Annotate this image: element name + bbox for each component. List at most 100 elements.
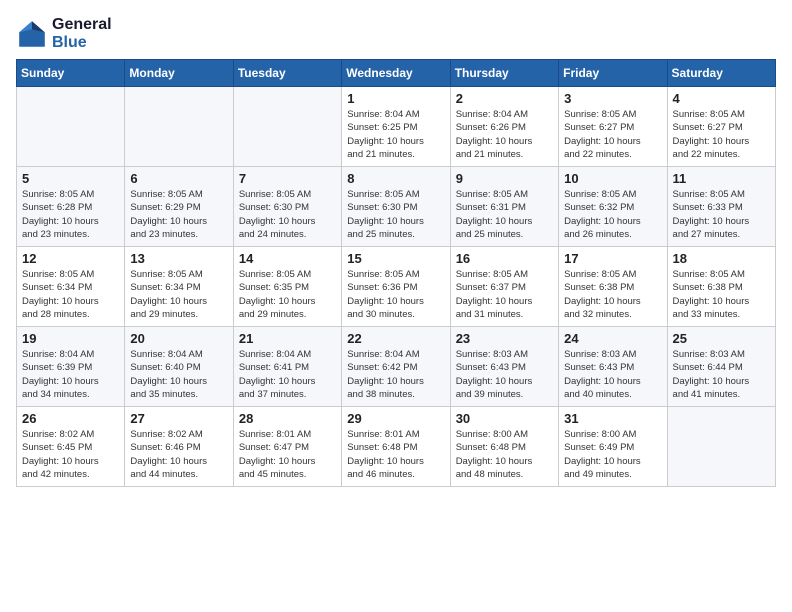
day-number: 16: [456, 251, 553, 266]
day-header-wednesday: Wednesday: [342, 60, 450, 87]
calendar-week-1: 5 Sunrise: 8:05 AM Sunset: 6:28 PM Daylig…: [17, 167, 776, 247]
day-content: Sunrise: 8:04 AM Sunset: 6:39 PM Dayligh…: [22, 348, 119, 401]
calendar-cell: 17 Sunrise: 8:05 AM Sunset: 6:38 PM Dayli…: [559, 247, 667, 327]
day-number: 4: [673, 91, 770, 106]
day-number: 7: [239, 171, 336, 186]
day-number: 28: [239, 411, 336, 426]
day-number: 25: [673, 331, 770, 346]
day-number: 9: [456, 171, 553, 186]
calendar-cell: 10Sunrise: 8:05 AM Sunset: 6:32 PM Dayli…: [559, 167, 667, 247]
calendar-week-4: 26 Sunrise: 8:02 AM Sunset: 6:45 PM Dayli…: [17, 407, 776, 487]
day-content: Sunrise: 8:04 AM Sunset: 6:26 PM Dayligh…: [456, 108, 553, 161]
calendar-cell: 1 Sunrise: 8:04 AM Sunset: 6:25 PM Daylig…: [342, 87, 450, 167]
logo-icon: [16, 18, 48, 50]
day-content: Sunrise: 8:04 AM Sunset: 6:42 PM Dayligh…: [347, 348, 444, 401]
day-content: Sunrise: 8:04 AM Sunset: 6:40 PM Dayligh…: [130, 348, 227, 401]
day-content: Sunrise: 8:03 AM Sunset: 6:44 PM Dayligh…: [673, 348, 770, 401]
calendar-cell: 15 Sunrise: 8:05 AM Sunset: 6:36 PM Dayli…: [342, 247, 450, 327]
day-number: 29: [347, 411, 444, 426]
calendar-cell: 22 Sunrise: 8:04 AM Sunset: 6:42 PM Dayli…: [342, 327, 450, 407]
calendar-cell: 7 Sunrise: 8:05 AM Sunset: 6:30 PM Daylig…: [233, 167, 341, 247]
calendar-cell: 4Sunrise: 8:05 AM Sunset: 6:27 PM Daylig…: [667, 87, 775, 167]
day-content: Sunrise: 8:01 AM Sunset: 6:47 PM Dayligh…: [239, 428, 336, 481]
day-number: 5: [22, 171, 119, 186]
calendar-cell: 12 Sunrise: 8:05 AM Sunset: 6:34 PM Dayli…: [17, 247, 125, 327]
day-content: Sunrise: 8:01 AM Sunset: 6:48 PM Dayligh…: [347, 428, 444, 481]
day-content: Sunrise: 8:05 AM Sunset: 6:37 PM Dayligh…: [456, 268, 553, 321]
day-number: 11: [673, 171, 770, 186]
day-content: Sunrise: 8:04 AM Sunset: 6:25 PM Dayligh…: [347, 108, 444, 161]
day-number: 15: [347, 251, 444, 266]
day-content: Sunrise: 8:05 AM Sunset: 6:29 PM Dayligh…: [130, 188, 227, 241]
day-number: 8: [347, 171, 444, 186]
day-header-tuesday: Tuesday: [233, 60, 341, 87]
day-number: 26: [22, 411, 119, 426]
day-content: Sunrise: 8:00 AM Sunset: 6:49 PM Dayligh…: [564, 428, 661, 481]
calendar-table: SundayMondayTuesdayWednesdayThursdayFrid…: [16, 59, 776, 487]
day-content: Sunrise: 8:00 AM Sunset: 6:48 PM Dayligh…: [456, 428, 553, 481]
day-content: Sunrise: 8:05 AM Sunset: 6:34 PM Dayligh…: [22, 268, 119, 321]
calendar-cell: 27 Sunrise: 8:02 AM Sunset: 6:46 PM Dayli…: [125, 407, 233, 487]
day-content: Sunrise: 8:03 AM Sunset: 6:43 PM Dayligh…: [456, 348, 553, 401]
calendar-cell: 16 Sunrise: 8:05 AM Sunset: 6:37 PM Dayli…: [450, 247, 558, 327]
calendar-cell: 6 Sunrise: 8:05 AM Sunset: 6:29 PM Daylig…: [125, 167, 233, 247]
calendar-cell: [667, 407, 775, 487]
day-content: Sunrise: 8:03 AM Sunset: 6:43 PM Dayligh…: [564, 348, 661, 401]
day-content: Sunrise: 8:05 AM Sunset: 6:34 PM Dayligh…: [130, 268, 227, 321]
calendar-week-3: 19Sunrise: 8:04 AM Sunset: 6:39 PM Dayli…: [17, 327, 776, 407]
calendar-cell: 11Sunrise: 8:05 AM Sunset: 6:33 PM Dayli…: [667, 167, 775, 247]
day-number: 1: [347, 91, 444, 106]
calendar-cell: 28 Sunrise: 8:01 AM Sunset: 6:47 PM Dayli…: [233, 407, 341, 487]
day-number: 22: [347, 331, 444, 346]
calendar-cell: 29 Sunrise: 8:01 AM Sunset: 6:48 PM Dayli…: [342, 407, 450, 487]
day-content: Sunrise: 8:05 AM Sunset: 6:38 PM Dayligh…: [564, 268, 661, 321]
day-number: 3: [564, 91, 661, 106]
day-number: 6: [130, 171, 227, 186]
day-header-sunday: Sunday: [17, 60, 125, 87]
day-content: Sunrise: 8:05 AM Sunset: 6:30 PM Dayligh…: [239, 188, 336, 241]
day-header-friday: Friday: [559, 60, 667, 87]
calendar-cell: 9Sunrise: 8:05 AM Sunset: 6:31 PM Daylig…: [450, 167, 558, 247]
day-content: Sunrise: 8:02 AM Sunset: 6:46 PM Dayligh…: [130, 428, 227, 481]
day-number: 21: [239, 331, 336, 346]
calendar-cell: 19Sunrise: 8:04 AM Sunset: 6:39 PM Dayli…: [17, 327, 125, 407]
calendar-cell: 3 Sunrise: 8:05 AM Sunset: 6:27 PM Daylig…: [559, 87, 667, 167]
calendar-cell: 31 Sunrise: 8:00 AM Sunset: 6:49 PM Dayli…: [559, 407, 667, 487]
calendar-cell: 24 Sunrise: 8:03 AM Sunset: 6:43 PM Dayli…: [559, 327, 667, 407]
calendar-cell: 2Sunrise: 8:04 AM Sunset: 6:26 PM Daylig…: [450, 87, 558, 167]
day-number: 18: [673, 251, 770, 266]
calendar-cell: 21 Sunrise: 8:04 AM Sunset: 6:41 PM Dayli…: [233, 327, 341, 407]
day-number: 30: [456, 411, 553, 426]
calendar-cell: [233, 87, 341, 167]
day-content: Sunrise: 8:05 AM Sunset: 6:36 PM Dayligh…: [347, 268, 444, 321]
calendar-week-2: 12 Sunrise: 8:05 AM Sunset: 6:34 PM Dayli…: [17, 247, 776, 327]
day-number: 23: [456, 331, 553, 346]
calendar-cell: 30 Sunrise: 8:00 AM Sunset: 6:48 PM Dayli…: [450, 407, 558, 487]
day-content: Sunrise: 8:04 AM Sunset: 6:41 PM Dayligh…: [239, 348, 336, 401]
calendar-cell: 26 Sunrise: 8:02 AM Sunset: 6:45 PM Dayli…: [17, 407, 125, 487]
day-content: Sunrise: 8:05 AM Sunset: 6:30 PM Dayligh…: [347, 188, 444, 241]
day-content: Sunrise: 8:02 AM Sunset: 6:45 PM Dayligh…: [22, 428, 119, 481]
day-content: Sunrise: 8:05 AM Sunset: 6:27 PM Dayligh…: [564, 108, 661, 161]
logo-text: General Blue: [52, 16, 112, 51]
day-content: Sunrise: 8:05 AM Sunset: 6:28 PM Dayligh…: [22, 188, 119, 241]
calendar-cell: 13 Sunrise: 8:05 AM Sunset: 6:34 PM Dayli…: [125, 247, 233, 327]
day-number: 17: [564, 251, 661, 266]
logo: General Blue: [16, 16, 112, 51]
day-number: 10: [564, 171, 661, 186]
day-number: 20: [130, 331, 227, 346]
day-number: 14: [239, 251, 336, 266]
day-number: 13: [130, 251, 227, 266]
calendar-week-0: 1 Sunrise: 8:04 AM Sunset: 6:25 PM Daylig…: [17, 87, 776, 167]
calendar-cell: 8 Sunrise: 8:05 AM Sunset: 6:30 PM Daylig…: [342, 167, 450, 247]
calendar-header-row: SundayMondayTuesdayWednesdayThursdayFrid…: [17, 60, 776, 87]
day-number: 27: [130, 411, 227, 426]
calendar-body: 1 Sunrise: 8:04 AM Sunset: 6:25 PM Daylig…: [17, 87, 776, 487]
day-header-saturday: Saturday: [667, 60, 775, 87]
day-number: 12: [22, 251, 119, 266]
calendar-cell: 23 Sunrise: 8:03 AM Sunset: 6:43 PM Dayli…: [450, 327, 558, 407]
calendar-cell: 18Sunrise: 8:05 AM Sunset: 6:38 PM Dayli…: [667, 247, 775, 327]
day-number: 31: [564, 411, 661, 426]
calendar-cell: [125, 87, 233, 167]
day-number: 24: [564, 331, 661, 346]
